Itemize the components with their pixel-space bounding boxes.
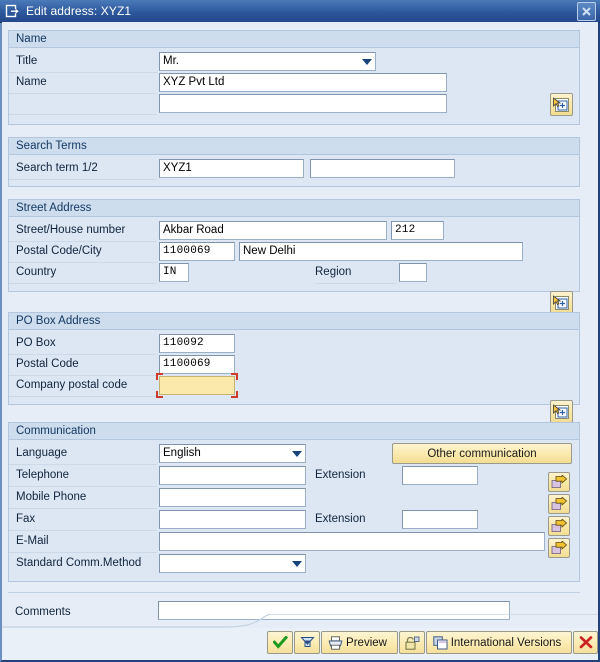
other-communication-button[interactable]: Other communication [392,443,572,464]
copy-window-icon [432,635,448,650]
cancel-button[interactable] [573,631,598,654]
extension-1-label: Extension [315,469,366,481]
language-select[interactable]: English [159,444,306,463]
extension-1-input[interactable] [402,466,478,485]
company-postal-code-input[interactable] [159,376,235,395]
company-postal-code-focus-marker [156,373,238,398]
mobile-detail-arrow-button[interactable] [548,494,570,514]
extension-2-input[interactable] [402,510,478,529]
standard-comm-method-select[interactable] [159,554,306,573]
extension-2-label: Extension [315,513,366,525]
po-box-input[interactable]: 110092 [159,334,235,353]
country-label: Country [9,263,157,284]
lock-button[interactable] [399,631,425,654]
preview-label: Preview [346,636,387,649]
house-number-input[interactable]: 212 [391,221,444,240]
po-postal-code-input[interactable]: 1100069 [159,355,235,374]
fax-input[interactable] [159,510,306,529]
city-input[interactable]: New Delhi [239,242,523,261]
language-select-value: English [163,447,201,459]
mobile-phone-input[interactable] [159,488,306,507]
group-communication-title: Communication [9,423,579,440]
title-bar: Edit address: XYZ1 [0,0,600,23]
telephone-detail-arrow-button[interactable] [548,472,570,492]
international-versions-label: International Versions [450,636,562,649]
po-box-details-button[interactable] [550,400,573,423]
title-label: Title [9,52,157,73]
group-search-terms-title: Search Terms [9,138,579,155]
group-communication: Communication Language English Other com… [8,422,580,582]
search-term-1-input[interactable]: XYZ1 [159,159,304,178]
name-label: Name [9,73,157,94]
funnel-down-icon [299,636,315,649]
postal-city-label: Postal Code/City [9,242,157,263]
footer-curve-decoration [2,614,598,628]
edit-document-icon [5,4,20,18]
group-street-address-title: Street Address [9,200,579,217]
email-label: E-Mail [9,532,157,553]
po-box-label: PO Box [9,334,157,355]
edit-address-dialog: Edit address: XYZ1 Name Title Mr. Name X… [0,0,600,662]
group-name-title: Name [9,31,579,48]
fax-detail-arrow-button[interactable] [548,516,570,536]
close-icon[interactable] [577,2,596,21]
search-term-label: Search term 1/2 [9,159,157,180]
street-address-details-button[interactable] [550,291,573,314]
name2-input[interactable] [159,94,447,113]
comments-top-divider [8,592,580,593]
name-row2-spacer [9,94,157,115]
green-check-icon [272,636,288,649]
group-street-address: Street Address Street/House number Akbar… [8,199,580,292]
dialog-content: Name Title Mr. Name XYZ Pvt Ltd Search T… [2,22,598,660]
fax-label: Fax [9,510,157,531]
chevron-down-icon [292,561,302,567]
group-name: Name Title Mr. Name XYZ Pvt Ltd [8,30,580,125]
country-input[interactable]: IN [159,263,189,282]
region-label: Region [315,263,397,284]
continue-button[interactable] [267,631,293,654]
group-po-box-address: PO Box Address PO Box 110092 Postal Code… [8,312,580,405]
company-postal-code-label: Company postal code [9,376,157,397]
street-input[interactable]: Akbar Road [159,221,387,240]
search-term-2-input[interactable] [310,159,455,178]
mobile-phone-label: Mobile Phone [9,488,157,509]
red-x-icon [579,636,593,649]
language-label: Language [9,444,157,465]
region-input[interactable] [399,263,427,282]
window-title: Edit address: XYZ1 [26,4,132,18]
footer-toolbar: Preview International Versions [2,628,598,660]
name-input[interactable]: XYZ Pvt Ltd [159,73,447,92]
chevron-down-icon [362,59,372,65]
email-input[interactable] [159,532,545,551]
title-select-value: Mr. [163,55,179,67]
group-search-terms: Search Terms Search term 1/2 XYZ1 [8,137,580,187]
padlock-icon [405,636,420,650]
title-select[interactable]: Mr. [159,52,376,71]
international-versions-button[interactable]: International Versions [426,631,572,654]
preview-button[interactable]: Preview [321,631,398,654]
filter-button[interactable] [294,631,320,654]
name-details-button[interactable] [550,93,573,116]
chevron-down-icon [292,451,302,457]
email-detail-arrow-button[interactable] [548,538,570,558]
postal-code-input[interactable]: 1100069 [159,242,235,261]
other-communication-label: Other communication [427,447,537,460]
street-house-label: Street/House number [9,221,157,242]
printer-icon [328,635,343,650]
group-po-box-title: PO Box Address [9,313,579,330]
standard-comm-method-label: Standard Comm.Method [16,557,142,569]
telephone-label: Telephone [9,466,157,487]
po-postal-code-label: Postal Code [9,355,157,376]
telephone-input[interactable] [159,466,306,485]
